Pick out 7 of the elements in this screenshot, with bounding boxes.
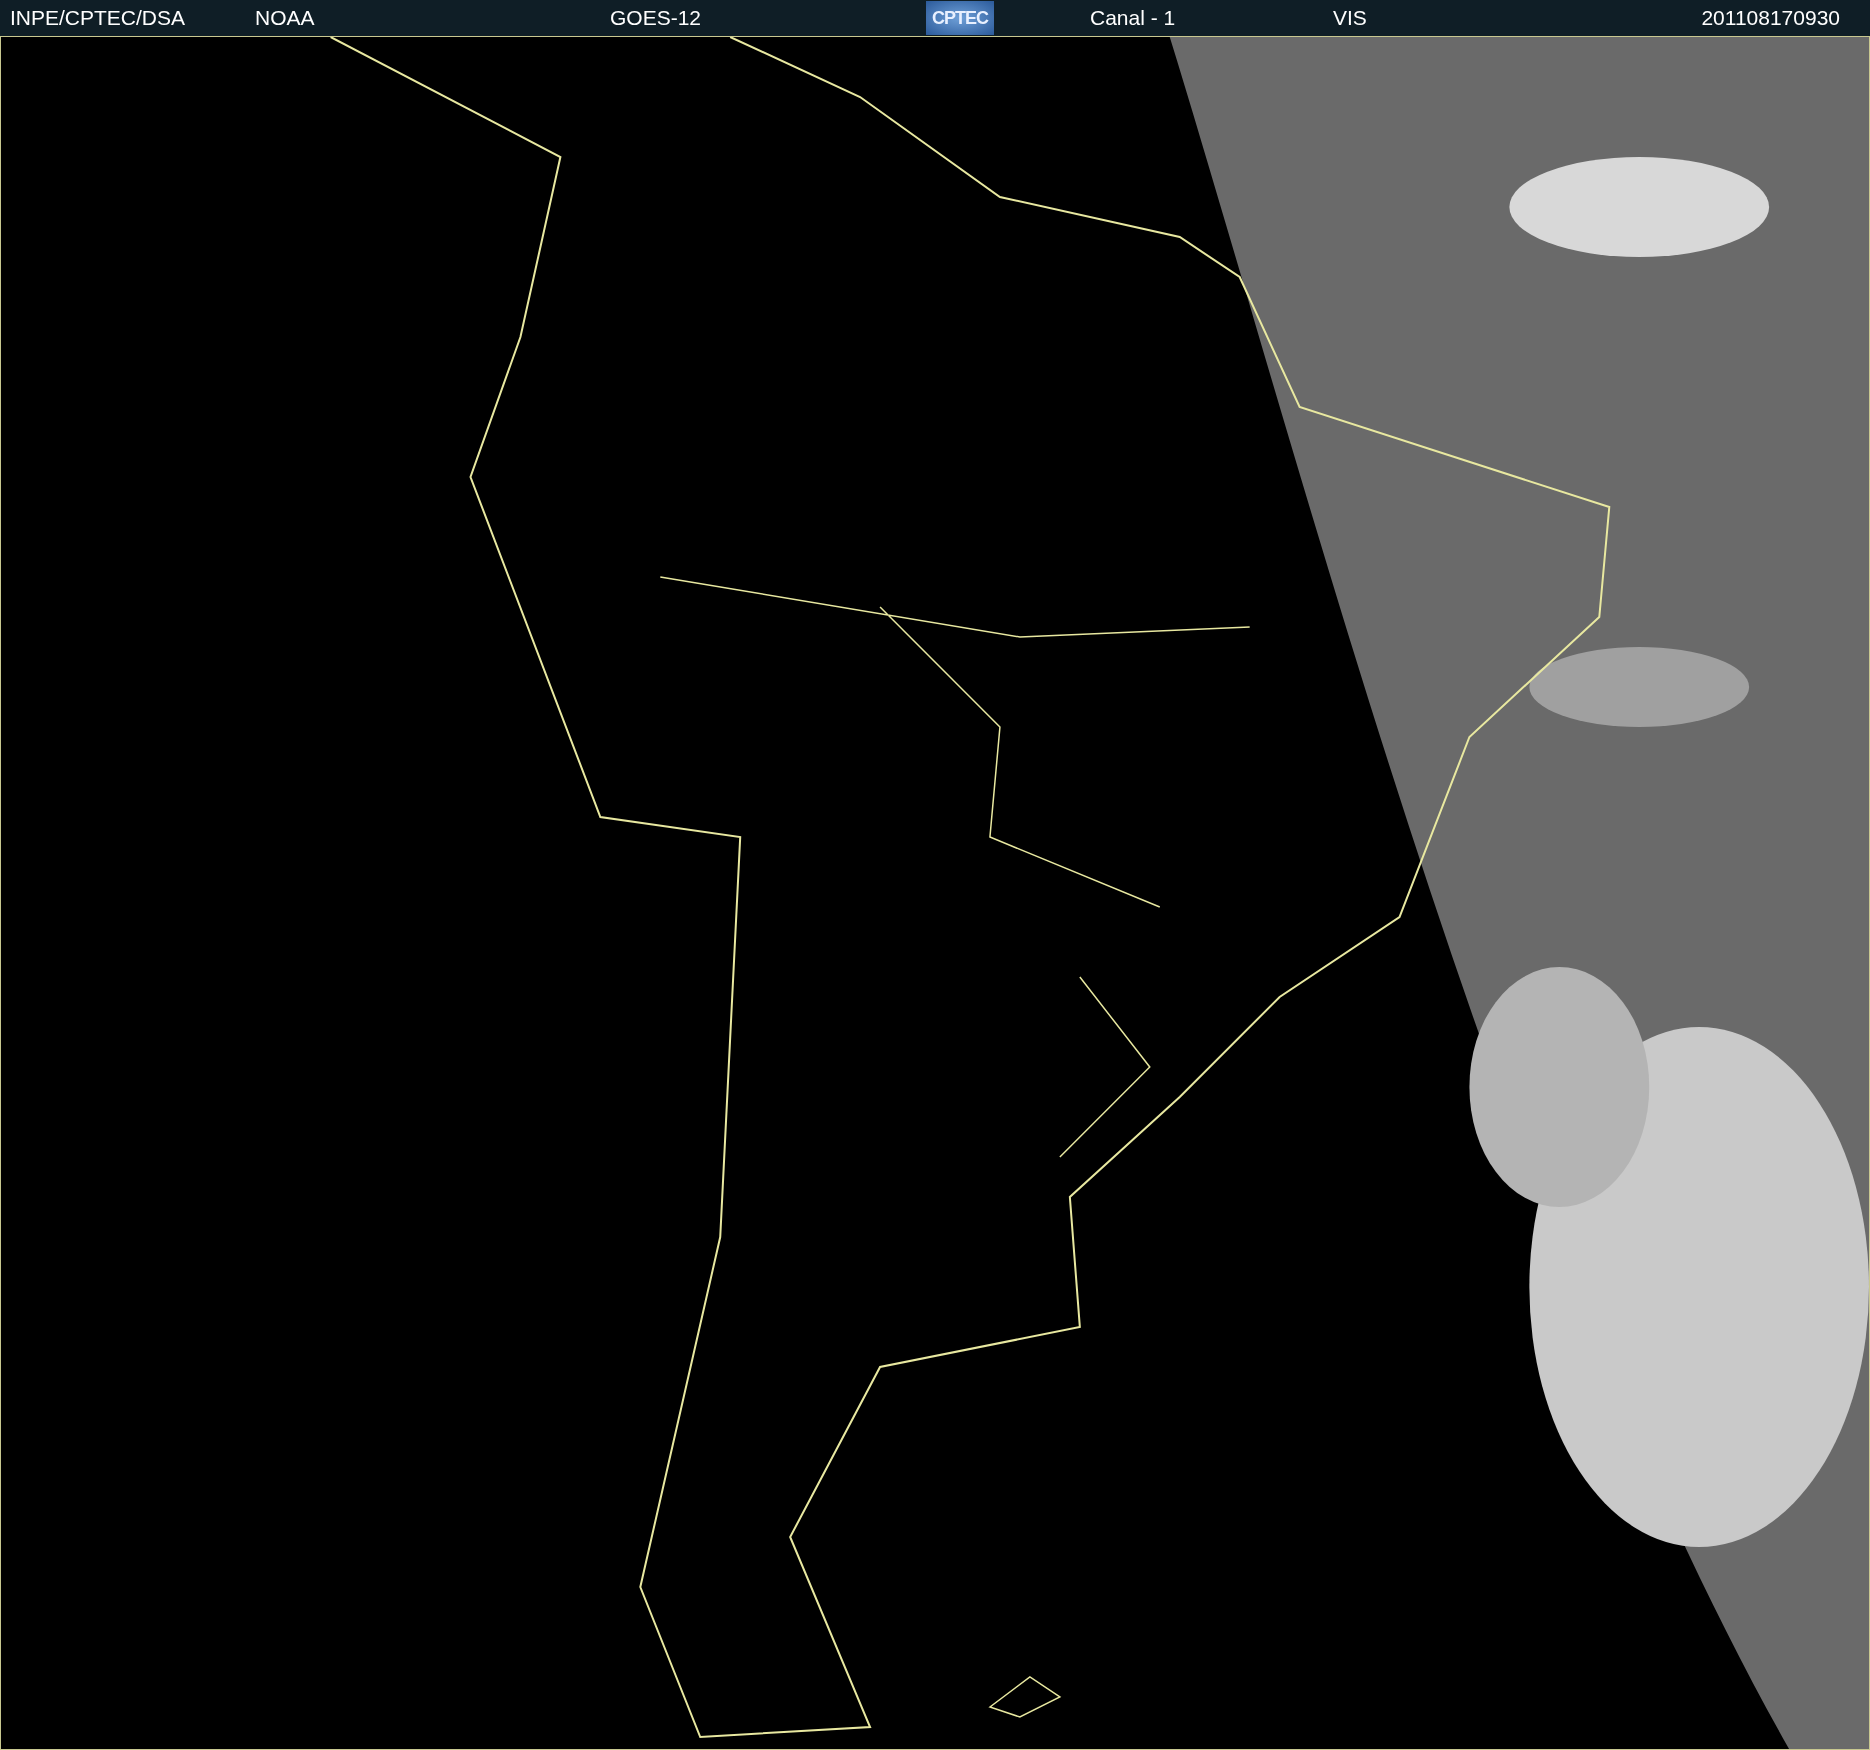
agency-label: NOAA bbox=[255, 6, 315, 30]
logo-badge: CPTEC bbox=[926, 1, 994, 35]
band-label: VIS bbox=[1333, 6, 1367, 30]
satellite-label: GOES-12 bbox=[610, 6, 702, 30]
timestamp-label: 201108170930 bbox=[1701, 6, 1840, 30]
source-label: INPE/CPTEC/DSA bbox=[10, 6, 186, 30]
channel-label: Canal - 1 bbox=[1090, 6, 1176, 30]
